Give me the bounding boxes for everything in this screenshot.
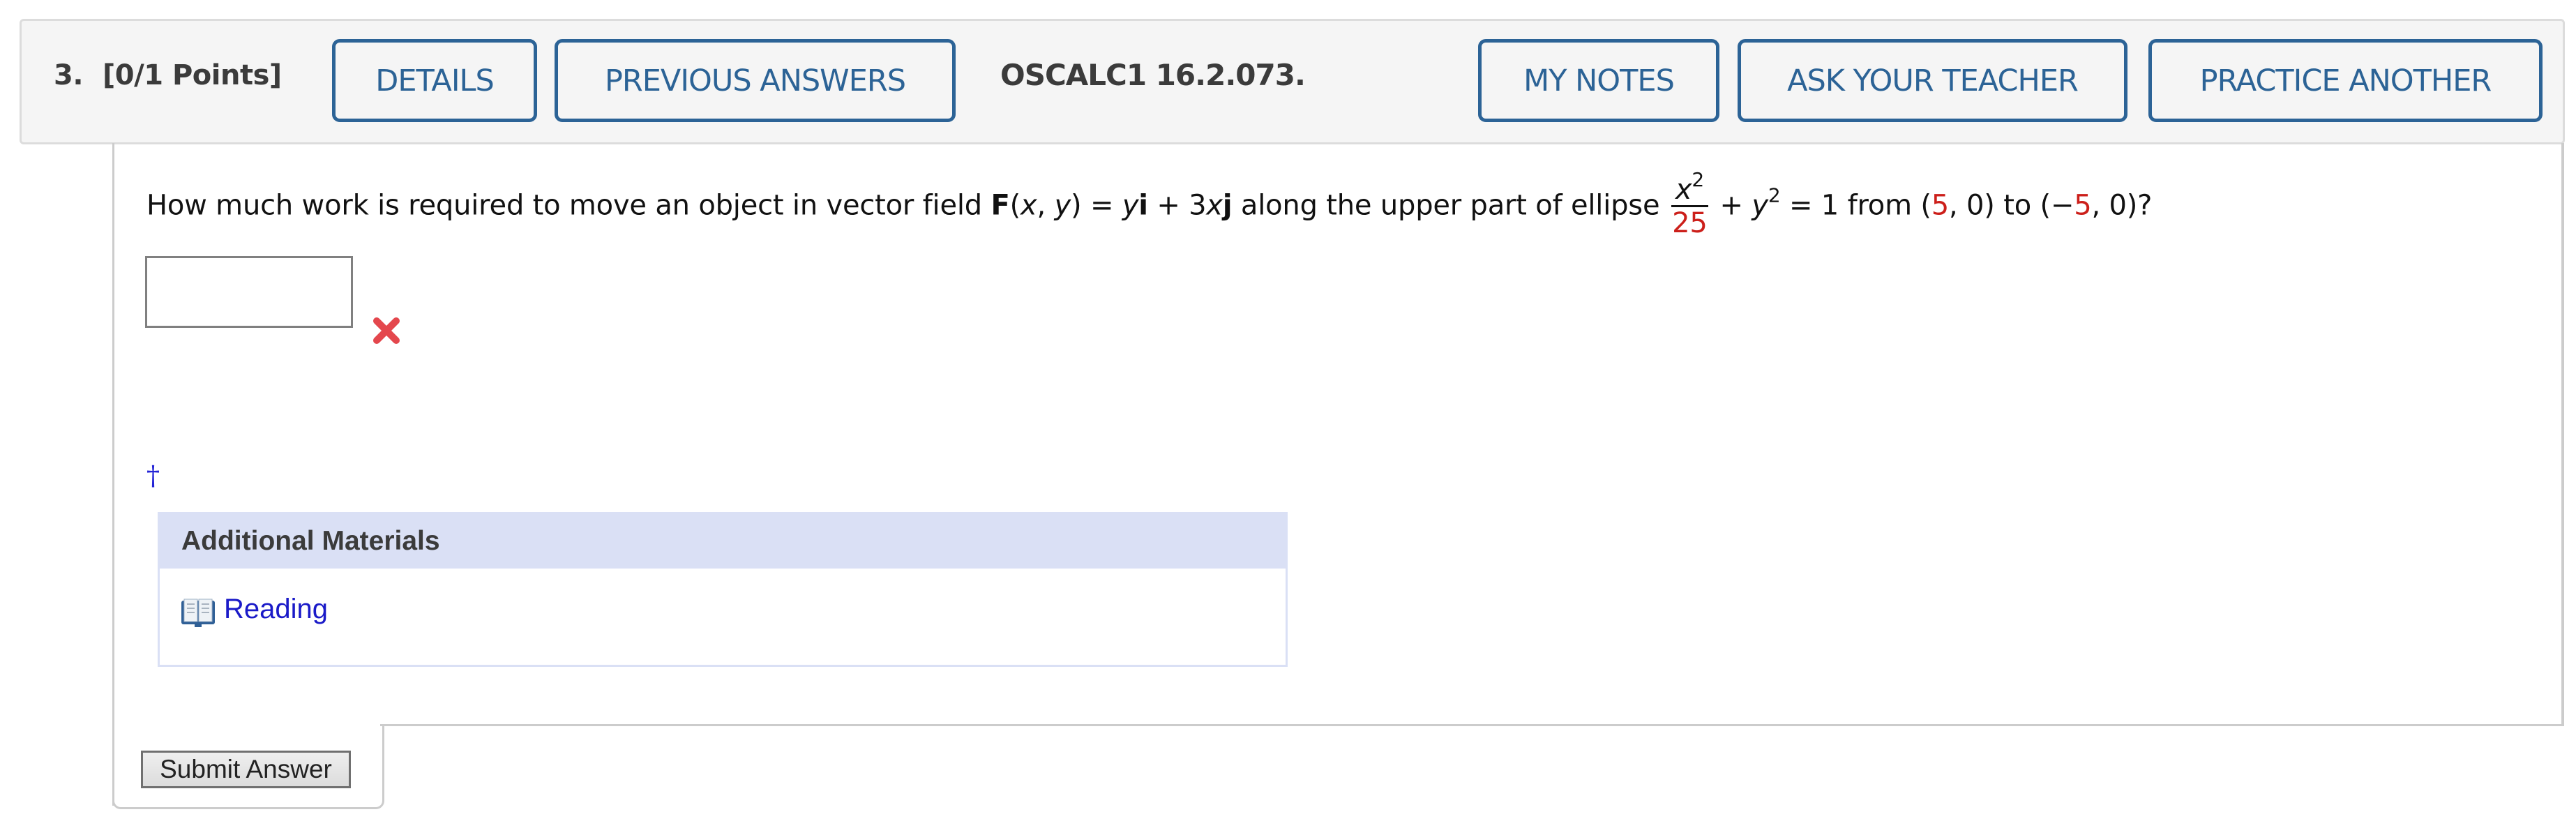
plus-sign: + (1710, 189, 1752, 222)
details-button[interactable]: DETAILS (332, 39, 537, 122)
reading-link[interactable]: Reading (224, 594, 328, 625)
numerator-var: x (1675, 174, 1692, 206)
unit-vector-i: i (1138, 189, 1148, 222)
ellipse-fraction: x2 25 (1671, 170, 1708, 239)
var-y: y (1122, 189, 1139, 222)
question-intro: How much work is required to move an obj… (146, 189, 991, 222)
start-point-rest: , 0) to (− (1949, 189, 2074, 222)
plus-three: + 3 (1147, 189, 1207, 222)
y-squared-var: y (1752, 189, 1768, 222)
unit-vector-j: j (1222, 189, 1233, 222)
numerator-exponent: 2 (1692, 168, 1704, 191)
answer-input[interactable] (145, 256, 353, 328)
question-middle: along the upper part of ellipse (1232, 189, 1669, 222)
my-notes-button[interactable]: MY NOTES (1478, 39, 1719, 122)
content-frame-left-border (112, 143, 114, 806)
problem-code: OSCALC1 16.2.073. (1000, 58, 1306, 92)
book-icon (181, 599, 215, 627)
fraction-numerator: x2 (1671, 170, 1708, 207)
end-point-x: 5 (2074, 189, 2092, 222)
fraction-denominator: 25 (1672, 207, 1708, 239)
practice-another-button[interactable]: PRACTICE ANOTHER (2148, 39, 2543, 122)
question-text: How much work is required to move an obj… (146, 170, 2153, 240)
content-frame-right-border (2561, 143, 2564, 726)
question-number: 3. (54, 59, 84, 91)
equals-one-from: = 1 from ( (1780, 189, 1931, 222)
wrong-x-icon (373, 317, 400, 344)
submit-answer-button[interactable]: Submit Answer (141, 751, 351, 788)
additional-materials-panel: Additional Materials Reading (158, 512, 1288, 667)
var-x: x (1206, 189, 1223, 222)
start-point-x: 5 (1931, 189, 1950, 222)
ask-your-teacher-button[interactable]: ASK YOUR TEACHER (1738, 39, 2127, 122)
previous-answers-button[interactable]: PREVIOUS ANSWERS (555, 39, 956, 122)
additional-materials-title: Additional Materials (181, 526, 440, 556)
additional-materials-header: Additional Materials (160, 514, 1286, 569)
points-label: [0/1 Points] (103, 59, 282, 91)
content-frame-bottom-border (380, 724, 2564, 726)
end-point-rest: , 0)? (2091, 189, 2153, 222)
y-squared-exponent: 2 (1768, 183, 1781, 207)
footnote-dagger: † (146, 460, 160, 491)
vector-field-symbol: F (991, 189, 1010, 222)
vector-field-args: (x, y) = (1009, 189, 1122, 222)
